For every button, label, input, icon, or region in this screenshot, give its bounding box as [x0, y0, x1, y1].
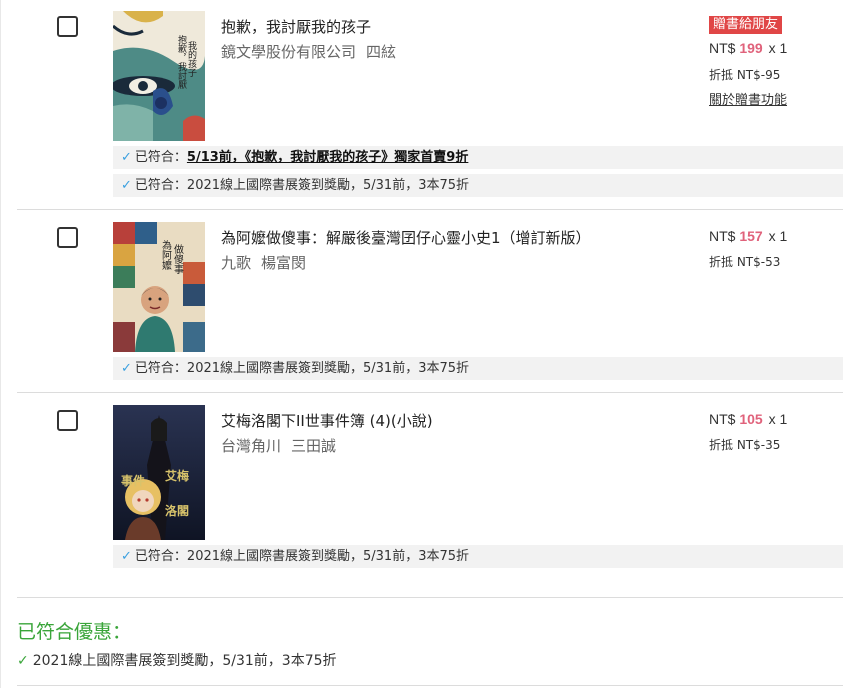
- quantity: x 1: [768, 411, 788, 427]
- checkmark-icon: ✓: [121, 178, 132, 193]
- promo-row: ✓ 已符合：2021線上國際書展簽到獎勵，5/31前，3本75折: [113, 174, 843, 197]
- author-name[interactable]: 楊富閔: [261, 254, 306, 272]
- checkmark-icon: ✓: [121, 361, 132, 376]
- promo-row: ✓ 已符合：5/13前，《抱歉，我討厭我的孩子》獨家首賣9折: [113, 146, 843, 169]
- promo-link[interactable]: 5/13前，《抱歉，我討厭我的孩子》獨家首賣9折: [187, 150, 468, 165]
- publisher-name[interactable]: 九歌: [221, 254, 251, 272]
- item-divider: [17, 597, 843, 598]
- price-amount: 105: [739, 411, 763, 427]
- promo-label: 已符合：: [134, 150, 187, 165]
- promo-row: ✓ 已符合：2021線上國際書展簽到獎勵，5/31前，3本75折: [113, 545, 843, 568]
- currency: NT$: [709, 411, 736, 427]
- publisher-name[interactable]: 台灣角川: [221, 437, 281, 455]
- svg-text:做傻事: 做傻事: [172, 243, 184, 274]
- promo-text: 2021線上國際書展簽到獎勵，5/31前，3本75折: [186, 361, 470, 376]
- price-line: NT$ 199 x 1: [709, 40, 787, 56]
- book-publisher: 台灣角川 三田誠: [221, 435, 336, 456]
- book-publisher: 九歌 楊富閔: [221, 252, 306, 273]
- promo-label: 已符合：: [134, 361, 187, 376]
- currency: NT$: [709, 40, 736, 56]
- left-border: [0, 0, 1, 688]
- quantity: x 1: [768, 40, 788, 56]
- book-title[interactable]: 抱歉，我討厭我的孩子: [221, 16, 371, 37]
- book-title[interactable]: 為阿嬤做傻事：解嚴後臺灣囝仔心靈小史1（增訂新版）: [221, 227, 591, 248]
- price-amount: 199: [739, 40, 763, 56]
- promo-row: ✓ 已符合：2021線上國際書展簽到獎勵，5/31前，3本75折: [113, 357, 843, 380]
- checkmark-icon: ✓: [17, 653, 29, 669]
- book-publisher: 鏡文學股份有限公司 四絃: [221, 41, 396, 62]
- checkmark-icon: ✓: [121, 549, 132, 564]
- applied-offer-item: ✓ 2021線上國際書展簽到獎勵，5/31前，3本75折: [17, 650, 337, 670]
- book-cover[interactable]: 為阿嬤 做傻事: [113, 222, 205, 352]
- item-divider: [17, 392, 843, 393]
- author-name[interactable]: 四絃: [366, 43, 396, 61]
- price-line: NT$ 105 x 1: [709, 411, 787, 427]
- discount-amount: 折抵 NT$-53: [709, 255, 781, 269]
- item-select-checkbox[interactable]: [57, 410, 78, 431]
- discount-amount: 折抵 NT$-35: [709, 438, 781, 452]
- book-cover[interactable]: 事件 艾梅 洛閣: [113, 405, 205, 540]
- publisher-name[interactable]: 鏡文學股份有限公司: [221, 43, 356, 61]
- bottom-divider: [17, 685, 843, 686]
- promo-text: 2021線上國際書展簽到獎勵，5/31前，3本75折: [186, 549, 470, 564]
- book-title[interactable]: 艾梅洛閣下II世事件簿 (4)(小說): [221, 410, 433, 431]
- svg-text:我的孩子: 我的孩子: [186, 41, 197, 77]
- svg-text:抱歉，我討厭: 抱歉，我討厭: [176, 34, 187, 90]
- svg-text:艾梅: 艾梅: [165, 468, 189, 483]
- promo-label: 已符合：: [134, 549, 187, 564]
- discount-amount: 折抵 NT$-95: [709, 68, 781, 82]
- about-gift-link[interactable]: 關於贈書功能: [709, 89, 787, 108]
- currency: NT$: [709, 228, 736, 244]
- item-divider: [17, 209, 843, 210]
- item-select-checkbox[interactable]: [57, 227, 78, 248]
- item-select-checkbox[interactable]: [57, 16, 78, 37]
- price-amount: 157: [739, 228, 763, 244]
- book-cover[interactable]: 抱歉，我討厭 我的孩子: [113, 11, 205, 141]
- svg-text:洛閣: 洛閣: [165, 503, 189, 518]
- promo-text: 2021線上國際書展簽到獎勵，5/31前，3本75折: [186, 178, 470, 193]
- gift-to-friend-button[interactable]: 贈書給朋友: [709, 16, 783, 34]
- promo-label: 已符合：: [134, 178, 187, 193]
- price-line: NT$ 157 x 1: [709, 228, 787, 244]
- svg-text:事件: 事件: [121, 473, 145, 488]
- author-name[interactable]: 三田誠: [291, 437, 336, 455]
- applied-offer-text: 2021線上國際書展簽到獎勵，5/31前，3本75折: [32, 653, 337, 669]
- checkmark-icon: ✓: [121, 150, 132, 165]
- svg-text:為阿嬤: 為阿嬤: [160, 239, 172, 271]
- quantity: x 1: [768, 228, 788, 244]
- applied-offers-title: 已符合優惠：: [17, 621, 132, 643]
